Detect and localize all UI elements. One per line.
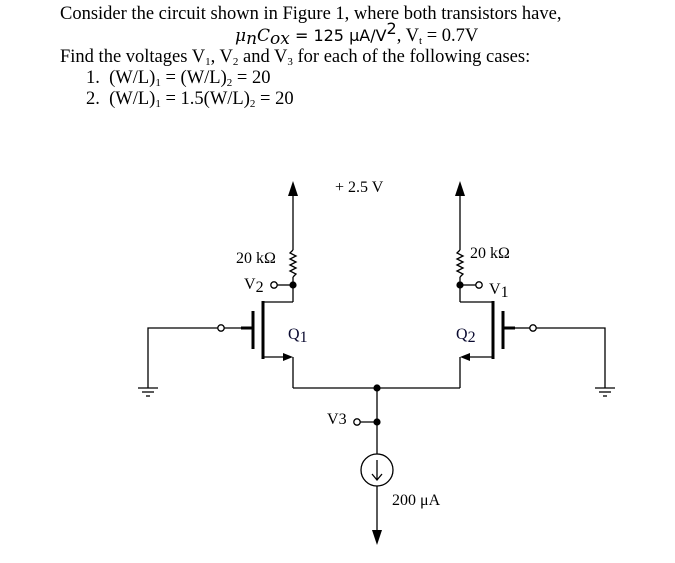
q1-gate-terminal <box>217 324 225 332</box>
v2-terminal <box>270 281 278 289</box>
v2-sub: 2 <box>256 279 264 296</box>
v2-main: V <box>244 276 256 293</box>
current-source-label: 200 μA <box>392 492 441 509</box>
v1-label: V1 <box>489 281 509 301</box>
v3-sub: 3 <box>339 411 347 428</box>
q2-main: Q <box>456 326 468 343</box>
v1-main: V <box>489 281 501 298</box>
right-resistor-label: 20 kΩ <box>470 245 510 262</box>
ground-return-arrow-icon <box>372 530 382 545</box>
q2-sub: 2 <box>468 329 476 346</box>
v3-main: V <box>327 411 339 428</box>
left-supply-arrow-icon <box>288 181 298 196</box>
q1-source-arrow-icon <box>283 353 293 361</box>
v2-node <box>289 281 297 289</box>
q2-source-arrow-icon <box>460 353 470 361</box>
v3-terminal <box>353 418 361 426</box>
v1-terminal <box>475 281 483 289</box>
v1-sub: 1 <box>501 284 509 301</box>
v2-label: V2 <box>244 276 264 296</box>
circuit-diagram: + 2.5 V 20 kΩ 20 kΩ V2 V1 V3 Q1 Q2 200 μ… <box>138 179 615 545</box>
q2-gate-terminal <box>529 324 537 332</box>
q1-gate-ground-wire <box>147 327 218 388</box>
q2-gate-ground-wire <box>536 327 606 388</box>
q1-label: Q1 <box>288 326 308 346</box>
q1-sub: 1 <box>300 329 308 346</box>
right-supply-arrow-icon <box>455 181 465 196</box>
right-resistor <box>455 249 465 278</box>
v3-label: V3 <box>327 411 347 428</box>
left-resistor <box>288 249 298 278</box>
supply-voltage-label: + 2.5 V <box>335 179 384 196</box>
v3-node <box>373 418 381 426</box>
q1-main: Q <box>288 326 300 343</box>
v1-node <box>456 281 464 289</box>
q2-label: Q2 <box>456 326 476 346</box>
left-resistor-label: 20 kΩ <box>236 250 276 267</box>
